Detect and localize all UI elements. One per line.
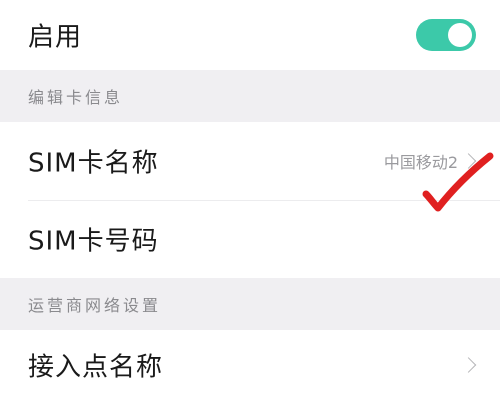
sim-settings-screen: 启用 编辑卡信息 SIM卡名称 中国移动2 SIM卡号码 运营商网络设置 接入点… bbox=[0, 0, 500, 400]
enable-row: 启用 bbox=[0, 0, 500, 70]
toggle-knob bbox=[448, 23, 472, 47]
red-checkmark-annotation-icon bbox=[422, 152, 494, 212]
section-header-card-info: 编辑卡信息 bbox=[0, 70, 500, 122]
section-title-card-info: 编辑卡信息 bbox=[28, 88, 124, 107]
enable-label: 启用 bbox=[28, 22, 83, 53]
chevron-right-icon bbox=[460, 357, 477, 373]
sim-number-redacted-value bbox=[340, 224, 430, 254]
apn-row[interactable]: 接入点名称 bbox=[0, 330, 500, 400]
enable-toggle[interactable] bbox=[416, 19, 476, 51]
apn-label: 接入点名称 bbox=[28, 352, 164, 383]
sim-number-label: SIM卡号码 bbox=[28, 226, 159, 257]
section-header-carrier: 运营商网络设置 bbox=[0, 278, 500, 330]
section-title-carrier: 运营商网络设置 bbox=[28, 296, 162, 315]
sim-name-label: SIM卡名称 bbox=[28, 148, 159, 179]
